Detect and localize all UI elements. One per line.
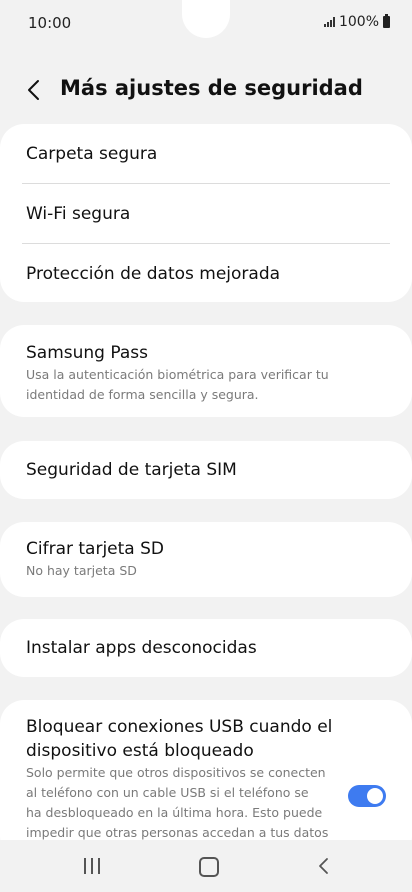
list-item-label: Wi-Fi segura xyxy=(26,204,131,224)
usb-block-card[interactable]: Bloquear conexiones USB cuando el dispos… xyxy=(0,700,412,860)
signal-icon xyxy=(323,17,335,27)
samsung-pass-subtitle-2: identidad de forma sencilla y segura. xyxy=(26,387,259,402)
list-item-wifi-segura[interactable]: Wi-Fi segura xyxy=(26,202,386,226)
samsung-pass-card[interactable]: Samsung Pass Usa la autenticación biomét… xyxy=(0,325,412,417)
unknown-apps-card[interactable]: Instalar apps desconocidas xyxy=(0,619,412,677)
usb-block-desc-3: ha desbloqueado en la última hora. Esto … xyxy=(26,805,323,820)
navigation-bar xyxy=(0,840,412,892)
sd-encrypt-subtitle: No hay tarjeta SD xyxy=(26,563,137,578)
sd-encrypt-row: Cifrar tarjeta SD No hay tarjeta SD xyxy=(26,537,386,581)
samsung-pass-row: Samsung Pass Usa la autenticación biomét… xyxy=(26,341,386,405)
samsung-pass-title: Samsung Pass xyxy=(26,343,148,363)
sim-security-row: Seguridad de tarjeta SIM xyxy=(26,458,386,482)
nav-back-icon[interactable] xyxy=(316,856,330,876)
sd-encrypt-title: Cifrar tarjeta SD xyxy=(26,539,165,559)
sim-security-card[interactable]: Seguridad de tarjeta SIM xyxy=(0,441,412,499)
chevron-left-icon[interactable] xyxy=(24,78,46,102)
status-bar: 10:00 100% xyxy=(0,0,412,46)
usb-block-title-1: Bloquear conexiones USB cuando el xyxy=(26,717,333,737)
header: Más ajustes de seguridad xyxy=(0,70,412,110)
status-indicators: 100% xyxy=(323,14,390,30)
list-item-carpeta-segura[interactable]: Carpeta segura xyxy=(26,142,386,166)
sd-encrypt-card[interactable]: Cifrar tarjeta SD No hay tarjeta SD xyxy=(0,522,412,597)
page-title: Más ajustes de seguridad xyxy=(60,76,363,100)
divider xyxy=(22,243,390,244)
list-item-label: Carpeta segura xyxy=(26,144,158,164)
camera-notch xyxy=(182,0,230,38)
list-item-label: Protección de datos mejorada xyxy=(26,264,281,284)
battery-percent: 100% xyxy=(338,14,379,30)
usb-block-row: Bloquear conexiones USB cuando el dispos… xyxy=(26,715,342,843)
battery-icon xyxy=(383,14,390,28)
usb-block-desc-1: Solo permite que otros dispositivos se c… xyxy=(26,765,326,780)
sim-security-title: Seguridad de tarjeta SIM xyxy=(26,460,237,480)
security-options-card: Carpeta segura Wi-Fi segura Protección d… xyxy=(0,124,412,302)
list-item-proteccion-datos[interactable]: Protección de datos mejorada xyxy=(26,262,386,286)
usb-block-toggle[interactable] xyxy=(348,785,386,807)
divider xyxy=(22,183,390,184)
home-icon[interactable] xyxy=(199,857,219,877)
samsung-pass-subtitle-1: Usa la autenticación biométrica para ver… xyxy=(26,367,329,382)
unknown-apps-title: Instalar apps desconocidas xyxy=(26,638,257,658)
usb-block-title-2: dispositivo está bloqueado xyxy=(26,741,254,761)
unknown-apps-row: Instalar apps desconocidas xyxy=(26,636,386,660)
recents-icon[interactable] xyxy=(84,858,100,874)
toggle-knob xyxy=(367,788,383,804)
status-time: 10:00 xyxy=(28,14,72,32)
usb-block-desc-2: al teléfono con un cable USB si el teléf… xyxy=(26,785,309,800)
